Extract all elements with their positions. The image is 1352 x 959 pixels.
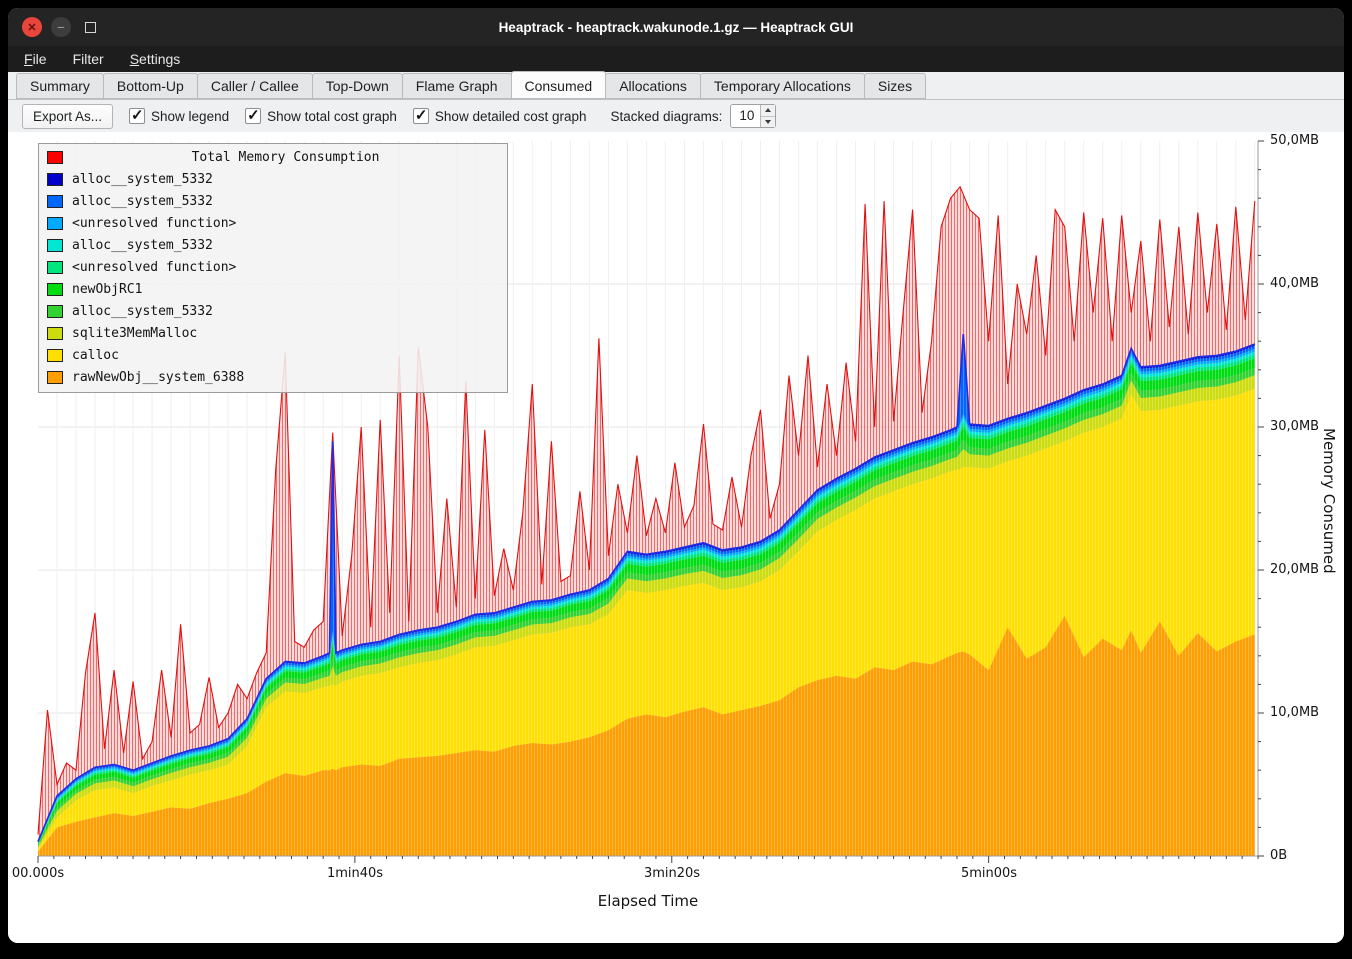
legend-item: <unresolved function> bbox=[39, 256, 507, 278]
spinner-up-icon[interactable] bbox=[761, 105, 775, 117]
spinner-buttons bbox=[760, 105, 775, 127]
legend-title-row: Total Memory Consumption bbox=[39, 146, 507, 168]
tab-sizes[interactable]: Sizes bbox=[864, 73, 926, 99]
legend-item: alloc__system_5332 bbox=[39, 168, 507, 190]
window-controls bbox=[22, 8, 100, 46]
legend-swatch bbox=[47, 195, 63, 208]
legend-label: alloc__system_5332 bbox=[72, 194, 213, 209]
legend-swatch bbox=[47, 283, 63, 296]
y-axis-title: Memory Consumed bbox=[1320, 428, 1338, 574]
show-detailed-cost-graph-checkbox[interactable]: Show detailed cost graph bbox=[413, 108, 587, 124]
y-axis-tick-label: 30,0MB bbox=[1270, 419, 1319, 434]
checkbox-icon bbox=[245, 108, 261, 124]
x-axis-tick-label: 3min20s bbox=[627, 866, 717, 881]
menu-settings[interactable]: Settings bbox=[130, 51, 181, 67]
tab-temporary-allocations[interactable]: Temporary Allocations bbox=[700, 73, 865, 99]
x-axis-tick-label: 5min00s bbox=[944, 866, 1034, 881]
x-axis-title: Elapsed Time bbox=[38, 892, 1258, 910]
tab-allocations[interactable]: Allocations bbox=[605, 73, 701, 99]
titlebar: Heaptrack - heaptrack.wakunode.1.gz — He… bbox=[8, 8, 1344, 46]
chart-area: Total Memory Consumption alloc__system_5… bbox=[8, 132, 1344, 943]
checkbox-label: Show legend bbox=[151, 109, 229, 124]
spinner-down-icon[interactable] bbox=[761, 117, 775, 128]
checkbox-icon bbox=[413, 108, 429, 124]
show-legend-checkbox[interactable]: Show legend bbox=[129, 108, 229, 124]
tab-top-down[interactable]: Top-Down bbox=[312, 73, 403, 99]
tab-consumed[interactable]: Consumed bbox=[511, 71, 607, 99]
minimize-icon[interactable] bbox=[51, 17, 71, 37]
legend-item: calloc bbox=[39, 344, 507, 366]
legend-item: alloc__system_5332 bbox=[39, 234, 507, 256]
menubar: File Filter Settings bbox=[8, 46, 1344, 72]
legend-swatch bbox=[47, 173, 63, 186]
chart-legend: Total Memory Consumption alloc__system_5… bbox=[38, 143, 508, 393]
legend-label: alloc__system_5332 bbox=[72, 238, 213, 253]
legend-item: alloc__system_5332 bbox=[39, 190, 507, 212]
x-axis-tick-label: 1min40s bbox=[310, 866, 400, 881]
y-axis-tick-label: 0B bbox=[1270, 848, 1287, 863]
close-icon[interactable] bbox=[22, 17, 42, 37]
legend-item: newObjRC1 bbox=[39, 278, 507, 300]
maximize-icon[interactable] bbox=[80, 17, 100, 37]
x-axis-tick-label: 00.000s bbox=[8, 866, 83, 881]
legend-swatch bbox=[47, 151, 63, 164]
legend-item: <unresolved function> bbox=[39, 212, 507, 234]
legend-swatch bbox=[47, 371, 63, 384]
checkbox-label: Show total cost graph bbox=[267, 109, 397, 124]
legend-label: rawNewObj__system_6388 bbox=[72, 370, 244, 385]
spinner-value: 10 bbox=[731, 105, 760, 127]
legend-item: sqlite3MemMalloc bbox=[39, 322, 507, 344]
tab-caller-callee[interactable]: Caller / Callee bbox=[197, 73, 313, 99]
legend-swatch bbox=[47, 239, 63, 252]
toolbar: Export As... Show legend Show total cost… bbox=[8, 100, 1344, 132]
y-axis-tick-label: 20,0MB bbox=[1270, 562, 1319, 577]
window-title: Heaptrack - heaptrack.wakunode.1.gz — He… bbox=[499, 20, 854, 35]
tab-bottom-up[interactable]: Bottom-Up bbox=[103, 73, 198, 99]
app-window: Heaptrack - heaptrack.wakunode.1.gz — He… bbox=[8, 8, 1344, 943]
checkbox-label: Show detailed cost graph bbox=[435, 109, 587, 124]
legend-label: newObjRC1 bbox=[72, 282, 142, 297]
legend-swatch bbox=[47, 217, 63, 230]
checkbox-icon bbox=[129, 108, 145, 124]
tabbar: Summary Bottom-Up Caller / Callee Top-Do… bbox=[8, 72, 1344, 100]
legend-label: alloc__system_5332 bbox=[72, 304, 213, 319]
stacked-diagrams-label: Stacked diagrams: bbox=[611, 109, 723, 124]
legend-swatch bbox=[47, 305, 63, 318]
legend-label: alloc__system_5332 bbox=[72, 172, 213, 187]
tab-flame-graph[interactable]: Flame Graph bbox=[402, 73, 512, 99]
legend-swatch bbox=[47, 261, 63, 274]
show-total-cost-graph-checkbox[interactable]: Show total cost graph bbox=[245, 108, 397, 124]
legend-title: Total Memory Consumption bbox=[72, 150, 499, 165]
export-as-button[interactable]: Export As... bbox=[22, 104, 113, 129]
legend-label: sqlite3MemMalloc bbox=[72, 326, 197, 341]
stacked-diagrams-spinner[interactable]: 10 bbox=[730, 104, 776, 128]
menu-filter[interactable]: Filter bbox=[73, 51, 104, 67]
legend-label: <unresolved function> bbox=[72, 216, 236, 231]
tab-summary[interactable]: Summary bbox=[16, 73, 104, 99]
y-axis-tick-label: 10,0MB bbox=[1270, 705, 1319, 720]
y-axis-tick-label: 40,0MB bbox=[1270, 276, 1319, 291]
legend-item: alloc__system_5332 bbox=[39, 300, 507, 322]
y-axis-tick-label: 50,0MB bbox=[1270, 133, 1319, 148]
legend-label: <unresolved function> bbox=[72, 260, 236, 275]
legend-swatch bbox=[47, 349, 63, 362]
menu-file[interactable]: File bbox=[24, 51, 47, 67]
legend-label: calloc bbox=[72, 348, 119, 363]
legend-swatch bbox=[47, 327, 63, 340]
legend-item: rawNewObj__system_6388 bbox=[39, 366, 507, 388]
